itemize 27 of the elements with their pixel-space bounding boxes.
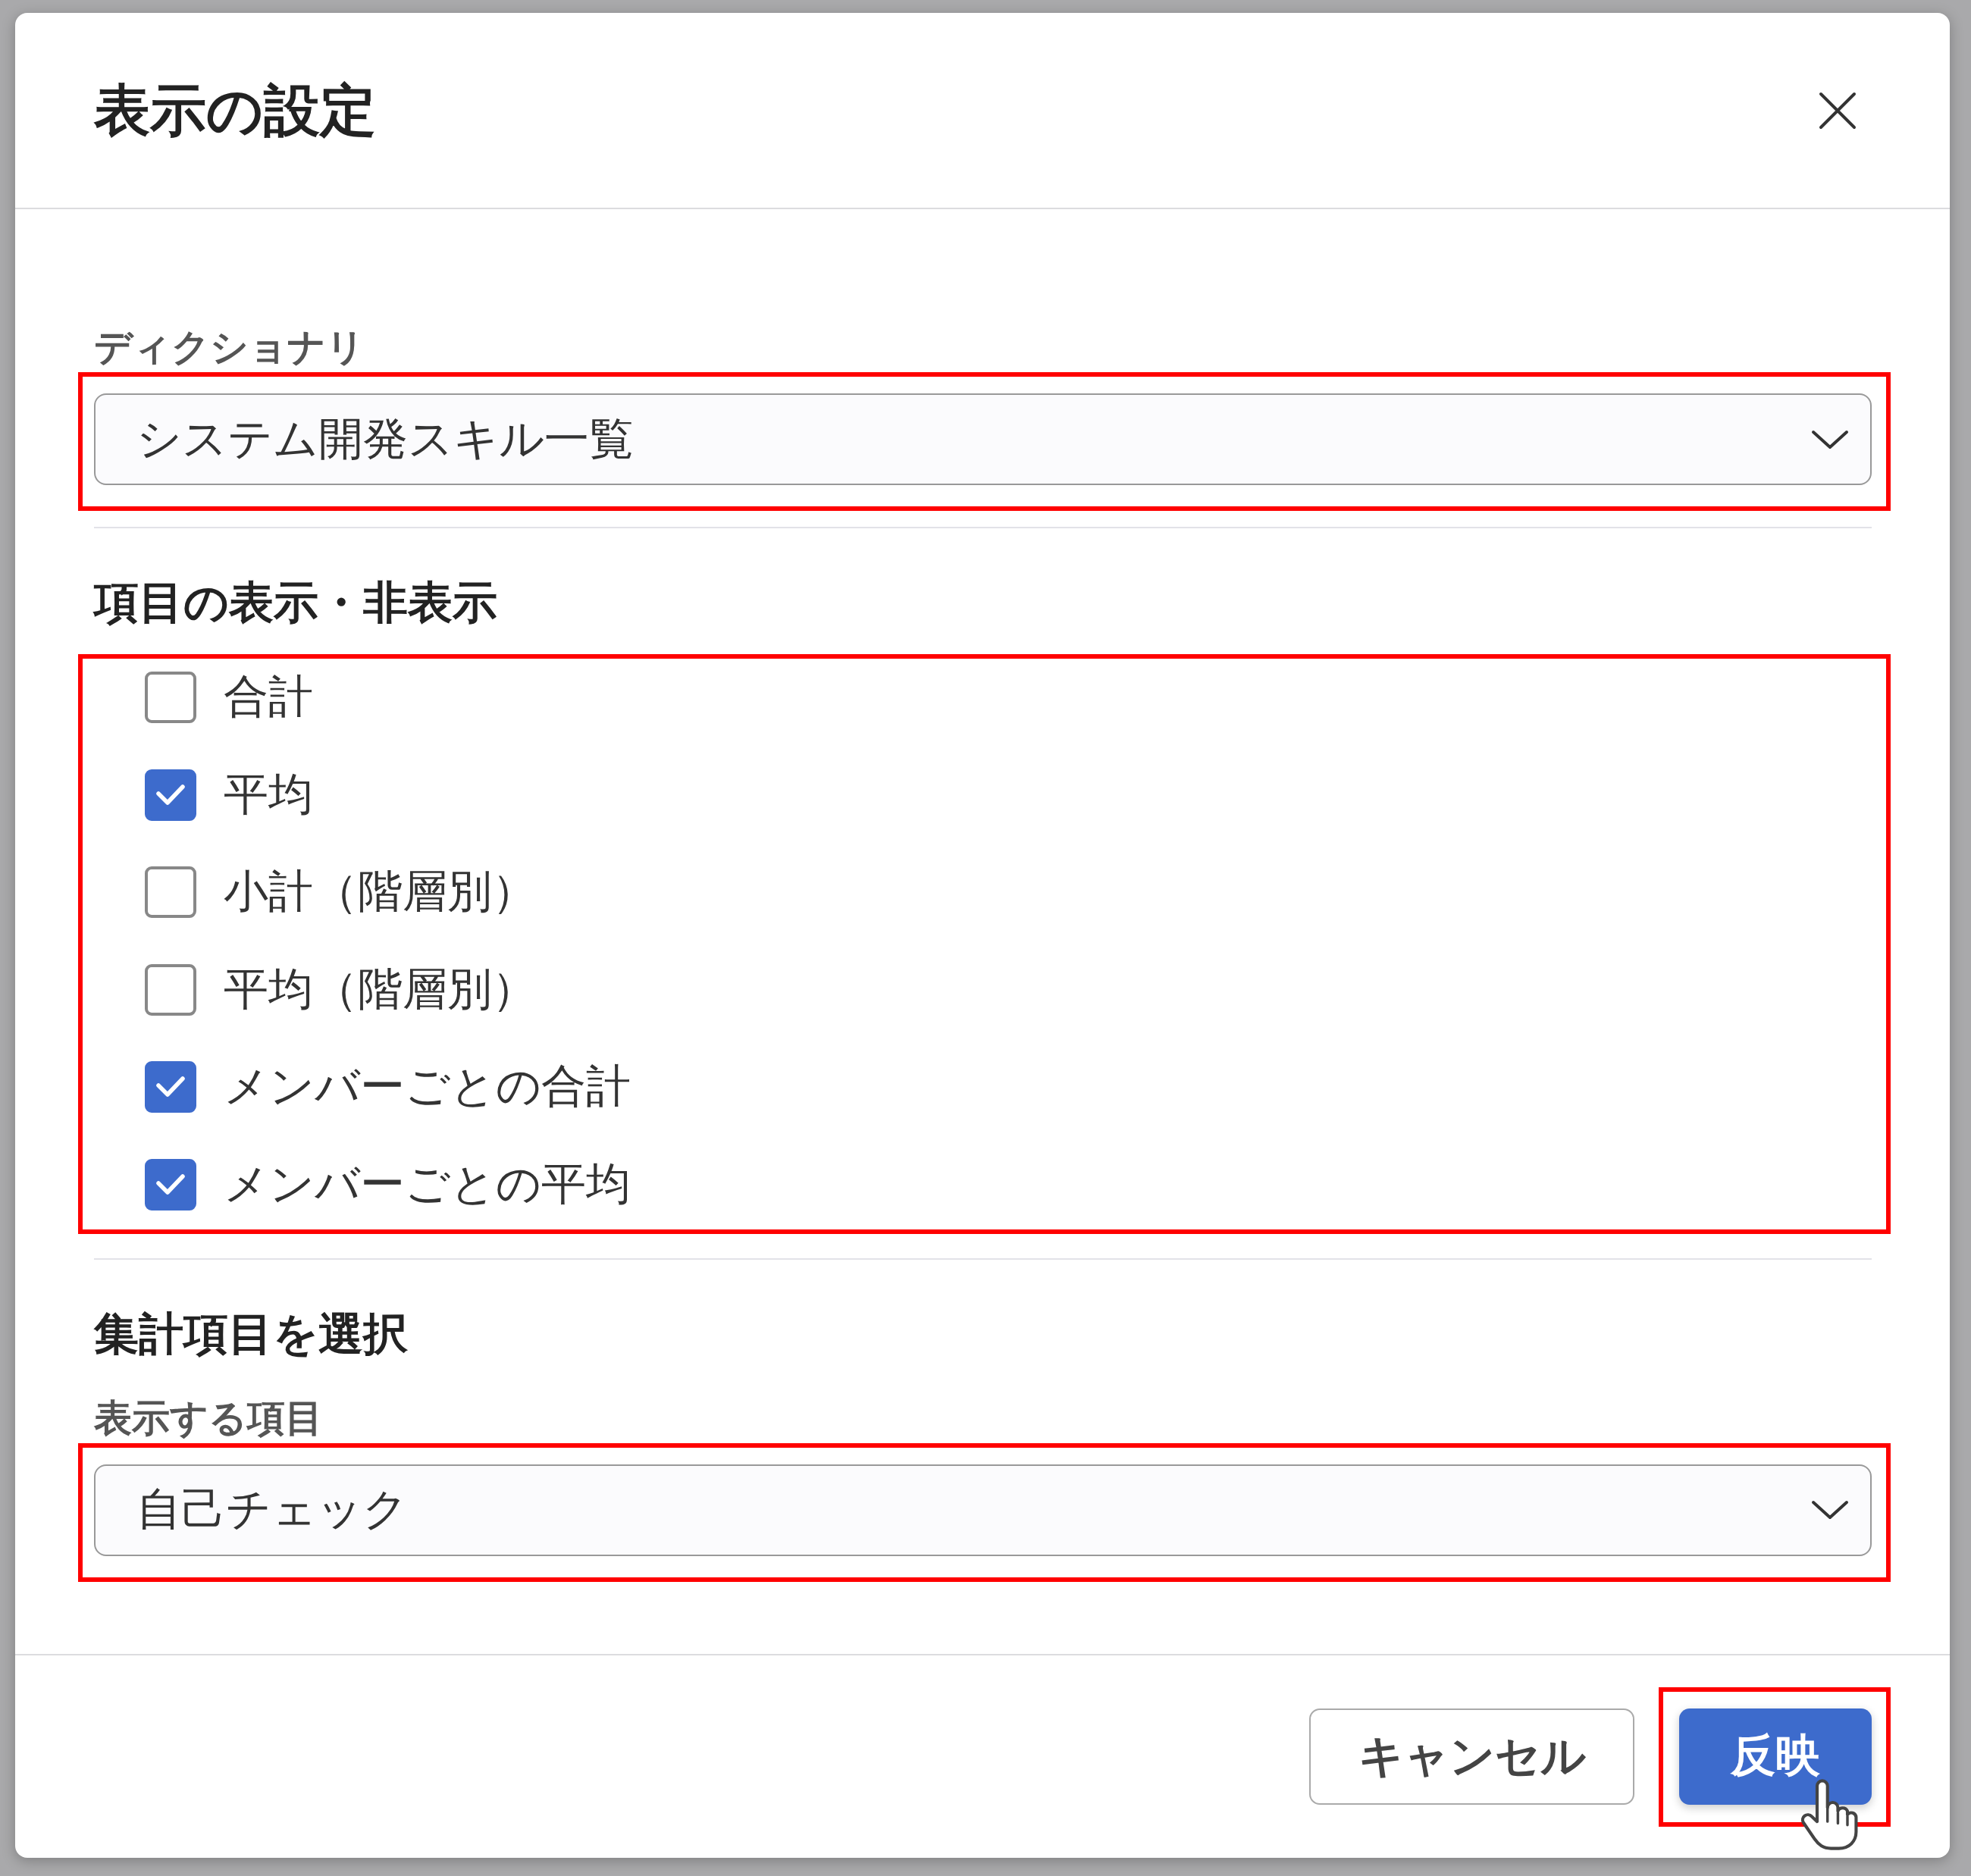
checkbox[interactable] xyxy=(145,963,196,1016)
field-label: 表示する項目 xyxy=(94,1395,323,1441)
cancel-button[interactable]: キャンセル xyxy=(1309,1708,1634,1805)
checkbox-label[interactable]: メンバーごとの合計 xyxy=(224,1057,631,1117)
dictionary-select[interactable]: システム開発スキル一覧 xyxy=(94,393,1872,485)
checkbox-label[interactable]: 平均 xyxy=(224,764,313,825)
close-icon xyxy=(1819,91,1857,130)
checkbox-label[interactable]: 小計（階層別） xyxy=(224,862,537,922)
section-heading: 集計項目を選択 xyxy=(94,1307,408,1361)
checkbox[interactable] xyxy=(145,1158,196,1210)
checkbox[interactable] xyxy=(145,1061,196,1113)
checkbox-label[interactable]: メンバーごとの平均 xyxy=(224,1154,631,1215)
section-heading: 項目の表示・非表示 xyxy=(94,576,497,629)
checkbox[interactable] xyxy=(145,866,196,918)
field-label: ディクショナリ xyxy=(94,324,365,370)
checkbox[interactable] xyxy=(145,769,196,821)
checkbox-label[interactable]: 平均（階層別） xyxy=(224,959,537,1020)
dialog-title: 表示の設定 xyxy=(94,77,376,144)
check-icon xyxy=(155,783,186,806)
check-icon xyxy=(155,1173,186,1196)
chevron-down-icon xyxy=(1811,1500,1849,1520)
apply-button[interactable]: 反映 xyxy=(1679,1708,1872,1805)
checkbox-label[interactable]: 合計 xyxy=(224,667,313,728)
checkbox[interactable] xyxy=(145,672,196,723)
item-select[interactable]: 自己チェック xyxy=(94,1464,1872,1556)
check-icon xyxy=(155,1076,186,1098)
chevron-down-icon xyxy=(1811,429,1849,449)
